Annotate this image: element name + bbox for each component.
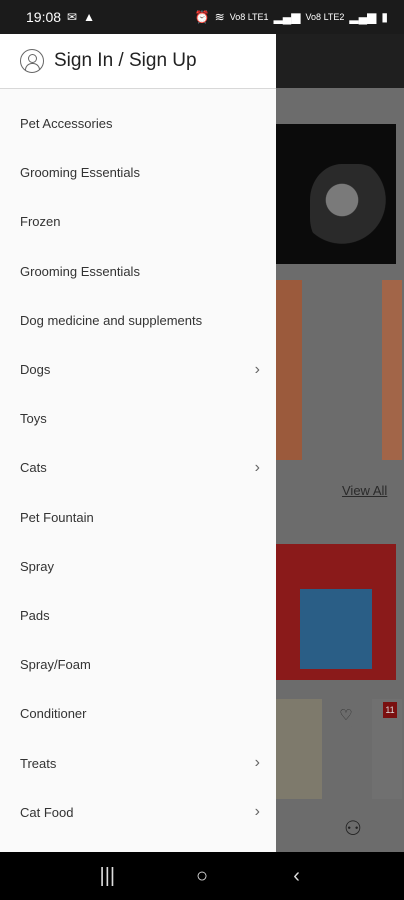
warning-icon: ▲ [83,10,95,24]
user-icon [20,49,44,73]
menu-item-label: Grooming Essentials [20,165,140,181]
menu-item[interactable]: Dog medicine and supplements [0,296,276,345]
menu-item-label: Dogs [20,362,51,378]
bottom-nav [268,802,404,852]
net-label-2: Vo8 LTE2 [305,12,345,22]
menu-item[interactable]: Grooming Essentials [0,247,276,296]
system-nav-bar: ||| ○ ‹ [0,852,404,900]
menu-item[interactable]: Dogs › [0,345,276,394]
dog-image [310,164,390,254]
product-card[interactable] [382,280,402,460]
product-card[interactable] [268,699,322,799]
home-button[interactable]: ○ [182,865,222,888]
menu-item[interactable]: Toys [0,394,276,443]
menu-item[interactable]: Pet Accessories [0,99,276,148]
menu-item[interactable]: Spray/Foam [0,640,276,689]
sign-in-label[interactable]: Sign In / Sign Up [54,50,197,72]
menu-item-label: Frozen [20,214,61,230]
alarm-icon: ⏰ [194,10,210,24]
menu-item-label: Grooming Essentials [20,263,140,279]
chevron-right-icon[interactable]: › [255,459,260,477]
menu-item-label: Pads [20,607,50,623]
menu-item[interactable]: Pads [0,591,276,640]
status-bar: 19:08 ✉ ▲ ⏰ ≋ Vo8 LTE1 ▂▄▆ Vo8 LTE2 ▂▄▆ … [0,0,404,34]
navigation-drawer: Sign In / Sign Up Pet Accessories Groomin… [0,34,276,852]
status-right: ⏰ ≋ Vo8 LTE1 ▂▄▆ Vo8 LTE2 ▂▄▆ ▮ [195,11,388,23]
view-all-link[interactable]: View All [342,483,387,498]
user-icon[interactable]: ⚇ [344,816,362,841]
menu-item[interactable]: Treats › [0,738,276,787]
chevron-right-icon[interactable]: › [255,361,260,379]
status-left: 19:08 ✉ ▲ [26,9,95,25]
status-time: 19:08 [26,9,62,25]
back-button[interactable]: ‹ [277,865,317,888]
chevron-right-icon[interactable]: › [255,754,260,772]
chevron-right-icon[interactable]: › [255,803,260,821]
menu-item-label: Conditioner [20,706,87,722]
menu-item-label: Treats [20,755,57,771]
signal-icon-2: ▂▄▆ [349,10,377,24]
menu-item-label: Spray [20,558,54,574]
menu-item-label: Cat Food [20,804,74,820]
recents-button[interactable]: ||| [87,865,127,888]
menu-item[interactable]: Frozen [0,197,276,246]
menu-item[interactable]: Spray [0,542,276,591]
menu-item[interactable]: Cats › [0,443,276,492]
discount-badge: 11 [383,702,397,718]
net-label-1: Vo8 LTE1 [229,12,269,22]
menu-item-label: Toys [20,411,47,427]
category-menu: Pet Accessories Grooming Essentials Frozen… [0,99,276,837]
menu-item[interactable]: Conditioner [0,689,276,738]
menu-item-label: Cats [20,460,47,476]
menu-item[interactable]: Pet Fountain [0,493,276,542]
heart-icon[interactable]: ♡ [334,704,358,728]
menu-item[interactable]: Grooming Essentials [0,148,276,197]
menu-item[interactable]: Cat Food › [0,788,276,837]
signal-icon: ▂▄▆ [273,10,301,24]
sign-in-header[interactable]: Sign In / Sign Up [0,34,276,89]
email-icon: ✉ [67,10,78,24]
wifi-icon: ≋ [214,10,225,24]
menu-item-label: Pet Accessories [20,116,113,132]
promo-product-image [300,589,372,669]
menu-item-label: Pet Fountain [20,509,94,525]
menu-item-label: Dog medicine and supplements [20,312,203,328]
battery-icon: ▮ [381,10,388,24]
menu-item-label: Spray/Foam [20,657,91,673]
